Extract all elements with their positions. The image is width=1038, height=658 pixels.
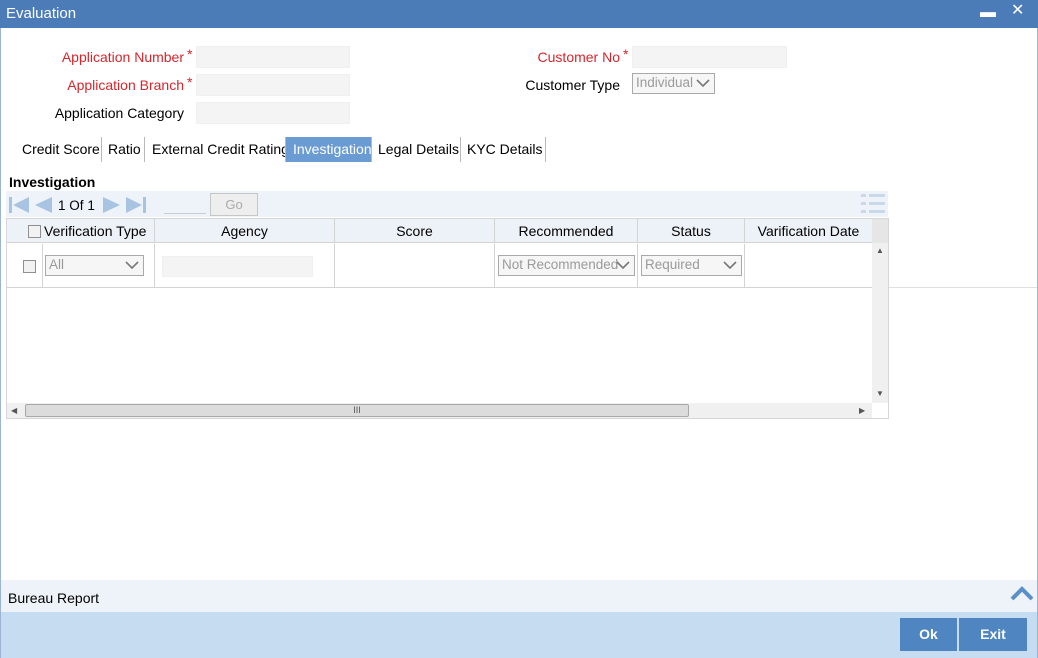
recommended-cell: Not Recommended	[495, 244, 638, 288]
required-marker: *	[623, 46, 629, 62]
column-header: Score	[335, 219, 495, 243]
page-info: 1 Of 1	[58, 198, 95, 213]
previous-page-icon[interactable]	[32, 195, 54, 215]
chevron-up-icon[interactable]	[1009, 583, 1035, 605]
pagination-bar: 1 Of 1 Go	[6, 191, 888, 217]
total-pages: 1	[87, 198, 95, 213]
agency-cell	[155, 244, 335, 288]
horizontal-scroll-thumb[interactable]: III	[25, 404, 689, 417]
tab-kyc-details[interactable]: KYC Details	[460, 137, 545, 162]
required-marker: *	[187, 74, 193, 90]
ok-button[interactable]: Ok	[900, 618, 957, 651]
recommended-select[interactable]: Not Recommended	[498, 255, 635, 276]
bureau-report-link[interactable]: Bureau Report	[8, 590, 99, 606]
horizontal-scrollbar[interactable]: ◀ III ▶	[7, 403, 872, 418]
application-number-field[interactable]	[196, 46, 350, 68]
tab-ratio[interactable]: Ratio	[101, 137, 144, 162]
divider	[889, 287, 1037, 288]
chevron-down-icon	[616, 261, 630, 270]
tab-divider	[545, 137, 546, 162]
row-select-cell	[7, 244, 43, 288]
column-menu-icon[interactable]	[860, 193, 886, 215]
first-page-icon[interactable]	[8, 195, 30, 215]
current-page: 1	[58, 198, 66, 213]
verification-type-select[interactable]: All	[45, 255, 144, 276]
grid-header: Verification Type Agency Score Recommend…	[7, 219, 872, 243]
vertical-scrollbar[interactable]: ▲ ▼	[872, 219, 888, 403]
page-of-label: Of	[69, 198, 84, 213]
last-page-icon[interactable]	[125, 195, 147, 215]
status-select[interactable]: Required	[641, 255, 742, 276]
tab-legal-details[interactable]: Legal Details	[371, 137, 460, 162]
application-branch-label: Application Branch	[67, 77, 184, 93]
investigation-grid: Verification Type Agency Score Recommend…	[6, 218, 889, 419]
column-header: Varification Date	[757, 223, 860, 239]
required-marker: *	[187, 46, 193, 62]
varification-date-cell[interactable]	[745, 244, 872, 288]
application-branch-field[interactable]	[196, 74, 350, 96]
customer-no-label: Customer No	[537, 49, 620, 65]
customer-type-label: Customer Type	[525, 77, 620, 93]
scroll-right-arrow-icon[interactable]: ▶	[859, 406, 865, 415]
customer-type-value: Individual	[636, 75, 694, 90]
footer-bar: Ok Exit	[1, 612, 1037, 658]
page-number-input[interactable]	[164, 194, 206, 214]
application-number-label: Application Number	[61, 49, 184, 65]
column-header: Agency	[155, 219, 335, 243]
column-header: Status	[638, 219, 745, 243]
select-all-checkbox[interactable]	[28, 225, 41, 238]
agency-field[interactable]	[162, 256, 313, 277]
tab-investigation[interactable]: Investigation	[285, 137, 372, 162]
score-cell[interactable]	[335, 244, 495, 288]
scroll-down-arrow-icon[interactable]: ▼	[876, 389, 884, 398]
bureau-report-bar: Bureau Report	[1, 580, 1037, 612]
scrollbar-header-spacer	[872, 219, 888, 243]
window-title: Evaluation	[6, 5, 77, 22]
section-title: Investigation	[9, 174, 96, 190]
customer-type-select[interactable]: Individual	[632, 73, 715, 94]
exit-button[interactable]: Exit	[959, 618, 1027, 651]
verification-type-cell: All	[43, 244, 155, 288]
title-bar: Evaluation ▬ ✕	[0, 0, 1038, 28]
row-checkbox[interactable]	[23, 260, 36, 273]
application-category-label: Application Category	[54, 105, 184, 121]
column-header: Verification Type	[7, 219, 155, 243]
scroll-left-arrow-icon[interactable]: ◀	[11, 406, 17, 415]
status-cell: Required	[638, 244, 745, 288]
chevron-down-icon	[125, 261, 139, 270]
application-category-field[interactable]	[196, 102, 350, 124]
next-page-icon[interactable]	[101, 195, 123, 215]
close-icon[interactable]: ✕	[1011, 2, 1024, 20]
customer-no-field[interactable]	[632, 46, 787, 68]
go-button[interactable]: Go	[210, 193, 258, 216]
minimize-icon[interactable]: ▬	[980, 4, 996, 22]
chevron-down-icon	[723, 261, 737, 270]
column-header: Recommended	[495, 219, 638, 243]
chevron-down-icon	[696, 79, 710, 88]
scroll-up-arrow-icon[interactable]: ▲	[876, 246, 884, 255]
table-row: All Not Recommended Required	[7, 244, 872, 288]
tab-external-credit-rating[interactable]: External Credit Rating	[144, 137, 289, 162]
tab-credit-score[interactable]: Credit Score	[14, 137, 101, 162]
